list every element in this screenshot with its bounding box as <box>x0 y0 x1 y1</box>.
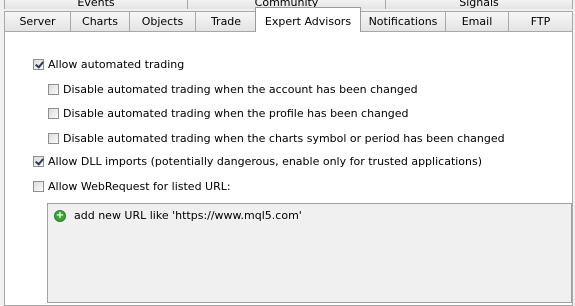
disable-on-account-change-checkbox[interactable] <box>48 83 59 95</box>
disable-on-account-change-label: Disable automated trading when the accou… <box>63 82 418 96</box>
allow-dll-imports-option[interactable]: Allow DLL imports (potentially dangerous… <box>33 153 482 169</box>
webrequest-url-list[interactable]: + add new URL like 'https://www.mql5.com… <box>47 203 572 303</box>
add-url-row[interactable]: + add new URL like 'https://www.mql5.com… <box>54 209 302 222</box>
tab-trade[interactable]: Trade <box>195 11 257 31</box>
tab-email[interactable]: Email <box>445 11 509 31</box>
tab-events[interactable]: Events <box>4 0 188 9</box>
disable-on-symbol-change-option[interactable]: Disable automated trading when the chart… <box>48 130 505 146</box>
tab-expert-advisors[interactable]: Expert Advisors <box>255 7 361 32</box>
add-url-label[interactable]: add new URL like 'https://www.mql5.com' <box>74 209 302 222</box>
disable-on-profile-change-checkbox[interactable] <box>48 107 59 119</box>
allow-automated-trading-option[interactable]: Allow automated trading <box>33 56 184 72</box>
tab-ftp[interactable]: FTP <box>508 11 573 31</box>
plus-circle-icon[interactable]: + <box>54 209 66 222</box>
allow-automated-trading-label: Allow automated trading <box>48 57 185 71</box>
disable-on-profile-change-option[interactable]: Disable automated trading when the profi… <box>48 105 409 121</box>
allow-dll-imports-label: Allow DLL imports (potentially dangerous… <box>48 154 483 168</box>
tab-server[interactable]: Server <box>4 11 71 31</box>
disable-on-symbol-change-label: Disable automated trading when the chart… <box>63 131 505 145</box>
tab-objects[interactable]: Objects <box>129 11 196 31</box>
allow-automated-trading-checkbox[interactable] <box>33 58 44 70</box>
disable-on-account-change-option[interactable]: Disable automated trading when the accou… <box>48 81 418 97</box>
allow-webrequest-checkbox[interactable] <box>33 180 44 192</box>
allow-webrequest-option[interactable]: Allow WebRequest for listed URL: <box>33 178 231 194</box>
disable-on-symbol-change-checkbox[interactable] <box>48 132 59 144</box>
disable-on-profile-change-label: Disable automated trading when the profi… <box>63 106 409 120</box>
tab-notifications[interactable]: Notifications <box>360 11 446 31</box>
allow-webrequest-label: Allow WebRequest for listed URL: <box>48 179 231 193</box>
tab-signals[interactable]: Signals <box>385 0 573 9</box>
allow-dll-imports-checkbox[interactable] <box>33 155 44 167</box>
tab-charts[interactable]: Charts <box>70 11 130 31</box>
